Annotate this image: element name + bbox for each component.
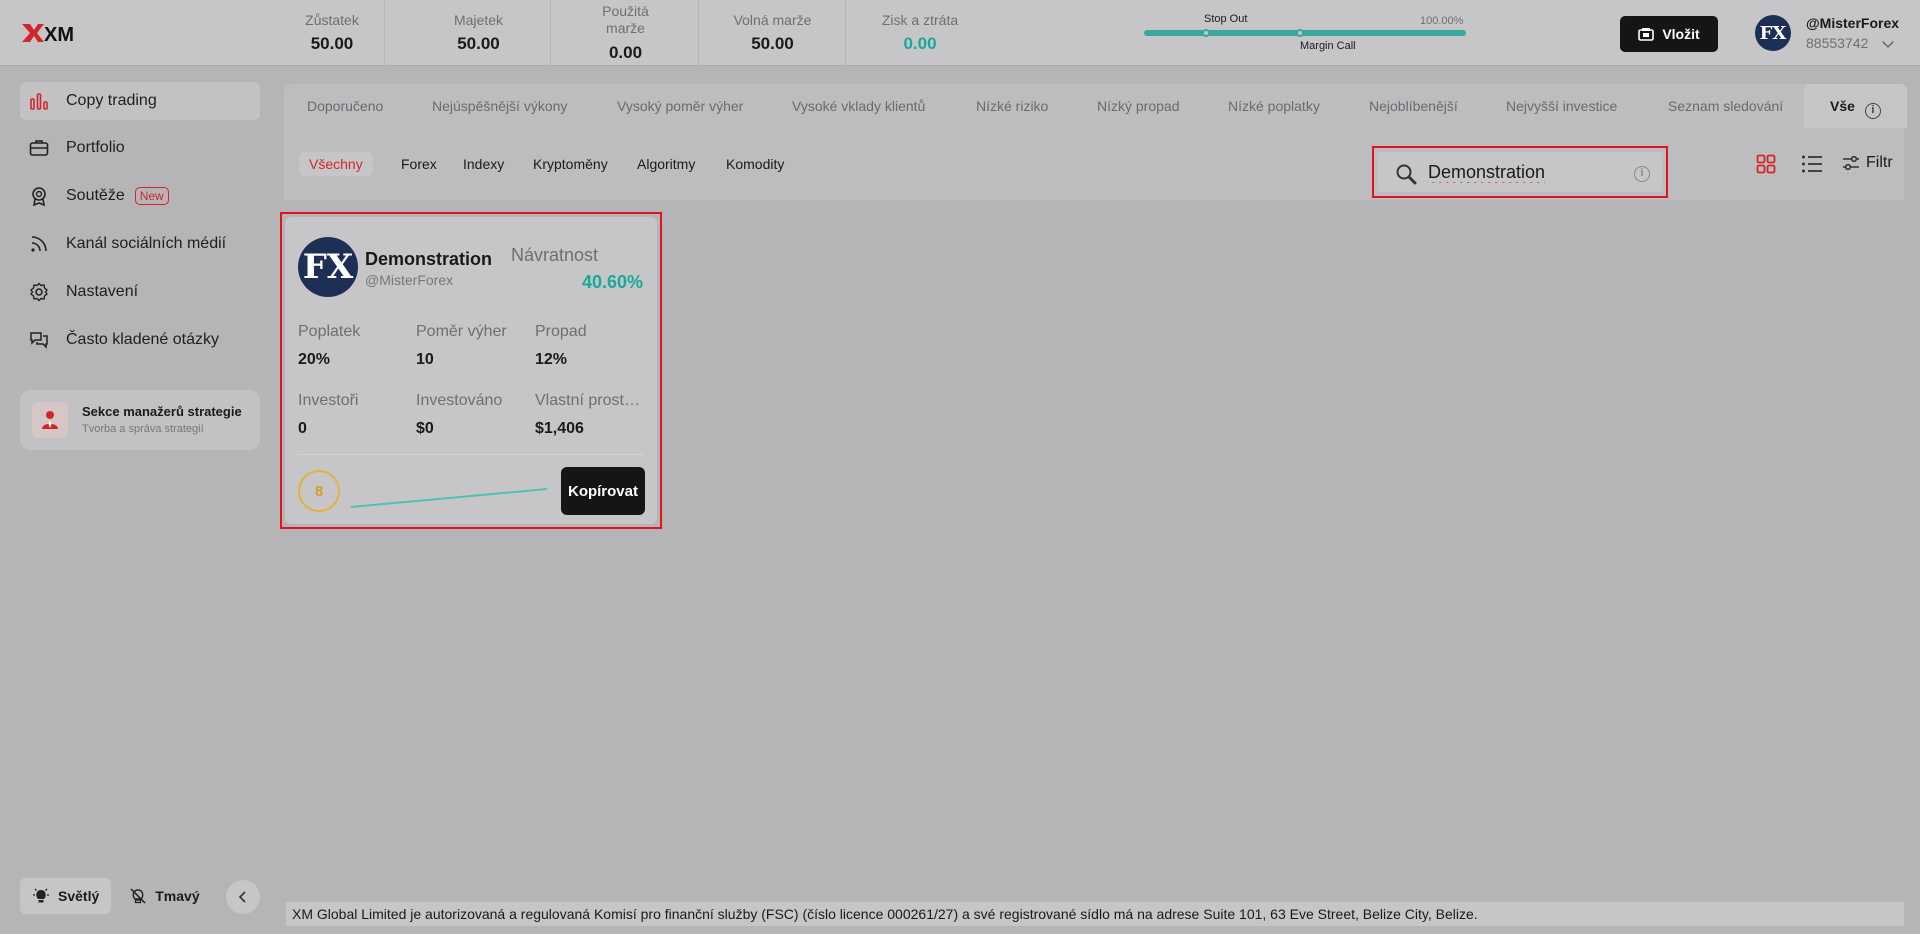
card-highlight: FX Demonstration @MisterForex Návratnost… <box>280 212 662 529</box>
margin-level-bar: Stop Out 100.00% Margin Call <box>1144 13 1470 57</box>
info-icon[interactable]: i <box>1864 103 1881 119</box>
metric-used-margin: Použitá marže 0.00 <box>553 0 699 66</box>
stop-out-label: Stop Out <box>1204 13 1248 25</box>
deposit-button[interactable]: Vložit <box>1620 16 1718 52</box>
gear-icon <box>30 282 48 302</box>
tab-low-fees[interactable]: Nízké poplatky <box>1228 84 1320 128</box>
top-header: XM Zůstatek 50.00 Majetek 50.00 Použitá … <box>0 0 1920 66</box>
sidebar-item-social-feed[interactable]: Kanál sociálních médií <box>20 225 260 263</box>
tab-all[interactable]: Vše i <box>1804 84 1907 128</box>
margin-track <box>1144 30 1466 36</box>
stop-out-marker <box>1202 29 1210 37</box>
tab-recommended[interactable]: Doporučeno <box>307 84 383 128</box>
category-crypto[interactable]: Kryptoměny <box>523 152 618 176</box>
tab-watchlist[interactable]: Seznam sledování <box>1668 84 1783 128</box>
new-badge: New <box>134 187 169 205</box>
light-theme-button[interactable]: Světlý <box>20 878 112 914</box>
chevron-left-icon <box>238 891 246 903</box>
category-indices[interactable]: Indexy <box>453 152 514 176</box>
sidebar-item-portfolio[interactable]: Portfolio <box>20 129 260 167</box>
user-avatar[interactable]: FX <box>1755 15 1791 51</box>
category-forex[interactable]: Forex <box>391 152 447 176</box>
rss-icon <box>31 236 47 252</box>
filter-button[interactable]: Filtr <box>1842 154 1893 172</box>
search-input[interactable] <box>1428 158 1628 186</box>
regulatory-footer: XM Global Limited je autorizovaná a regu… <box>286 902 1904 926</box>
metric-balance: Zůstatek 50.00 <box>280 0 385 66</box>
stat-fee-label: Poplatek <box>298 323 361 340</box>
stat-invested-label: Investováno <box>416 392 503 409</box>
lightbulb-off-icon <box>130 888 146 904</box>
stat-win-ratio-label: Poměr výher <box>416 323 507 340</box>
return-value: 40.60% <box>581 272 643 292</box>
strategy-manager-card[interactable]: Sekce manažerů strategie Tvorba a správa… <box>20 390 260 450</box>
category-commodities[interactable]: Komodity <box>716 152 794 176</box>
info-icon[interactable]: i <box>1634 166 1650 182</box>
tab-most-popular[interactable]: Nejoblíbenější <box>1369 84 1458 128</box>
strategy-tabs: Doporučeno Nejúspěšnější výkony Vysoký p… <box>284 84 1907 128</box>
sidebar-item-settings[interactable]: Nastavení <box>20 273 260 311</box>
strategy-name[interactable]: Demonstration <box>365 249 492 270</box>
stat-invested-value: $0 <box>416 420 434 437</box>
category-algorithms[interactable]: Algoritmy <box>627 152 705 176</box>
sidebar: Copy trading Portfolio Soutěže New Kanál… <box>0 66 280 934</box>
dark-theme-button[interactable]: Tmavý <box>117 878 211 914</box>
list-view-icon[interactable] <box>1801 154 1823 174</box>
card-divider <box>298 454 644 455</box>
return-label: Návratnost <box>511 245 599 265</box>
search-icon <box>1396 164 1417 185</box>
grid-view-icon[interactable] <box>1756 154 1776 174</box>
tab-top-investment[interactable]: Nejvyšší investice <box>1506 84 1617 128</box>
wallet-icon <box>1638 28 1655 41</box>
metric-free-margin: Volná marže 50.00 <box>700 0 846 66</box>
filter-row: Všechny Forex Indexy Kryptoměny Algoritm… <box>284 128 1904 200</box>
medal-icon <box>32 187 46 207</box>
stat-drawdown-value: 12% <box>535 351 568 368</box>
sidebar-item-faq[interactable]: Často kladené otázky <box>20 321 260 359</box>
svg-text:XM: XM <box>44 24 74 46</box>
search-highlight: i <box>1372 146 1668 198</box>
tab-top-performers[interactable]: Nejúspěšnější výkony <box>432 84 567 128</box>
lightbulb-icon <box>33 888 49 903</box>
tab-high-win-ratio[interactable]: Vysoký poměr výher <box>617 84 743 128</box>
sidebar-item-copy-trading[interactable]: Copy trading <box>20 82 260 120</box>
margin-percent: 100.00% <box>1420 15 1464 27</box>
category-all[interactable]: Všechny <box>299 152 373 176</box>
metric-equity: Majetek 50.00 <box>407 0 551 66</box>
tab-low-drawdown[interactable]: Nízký propad <box>1097 84 1179 128</box>
stat-investors-value: 0 <box>298 420 307 437</box>
search-box[interactable]: i <box>1378 152 1662 192</box>
theme-switcher: Světlý Tmavý <box>20 878 212 914</box>
stat-own-funds-label: Vlastní prostředky <box>535 392 645 409</box>
manager-icon <box>32 402 68 438</box>
strategy-avatar: FX <box>298 237 358 297</box>
stat-own-funds-value: $1,406 <box>535 420 584 437</box>
chevron-down-icon[interactable] <box>1882 36 1894 48</box>
xm-logo[interactable]: XM <box>20 20 74 46</box>
performance-sparkline <box>350 488 548 508</box>
tab-low-risk[interactable]: Nízké riziko <box>976 84 1048 128</box>
strategy-card[interactable]: FX Demonstration @MisterForex Návratnost… <box>285 217 657 524</box>
copy-strategy-button[interactable]: Kopírovat <box>561 467 645 515</box>
margin-call-label: Margin Call <box>1300 40 1356 52</box>
account-id: 88553742 <box>1806 35 1869 51</box>
stat-win-ratio-value: 10 <box>416 351 434 368</box>
stat-investors-label: Investoři <box>298 392 359 409</box>
stat-drawdown-label: Propad <box>535 323 587 340</box>
margin-call-marker <box>1296 29 1304 37</box>
risk-score-badge: 8 <box>298 470 340 512</box>
briefcase-icon <box>29 140 49 156</box>
sidebar-item-contests[interactable]: Soutěže New <box>20 177 260 215</box>
user-name[interactable]: @MisterForex <box>1806 15 1899 31</box>
collapse-sidebar-button[interactable] <box>226 880 260 914</box>
metric-profit-loss: Zisk a ztráta 0.00 <box>881 12 959 53</box>
strategy-handle: @MisterForex <box>365 272 454 288</box>
chat-bubbles-icon <box>30 332 48 349</box>
stat-fee-value: 20% <box>298 351 331 368</box>
tab-high-client-deposits[interactable]: Vysoké vklady klientů <box>792 84 925 128</box>
sliders-icon <box>1843 155 1859 171</box>
bar-chart-icon <box>30 93 48 110</box>
